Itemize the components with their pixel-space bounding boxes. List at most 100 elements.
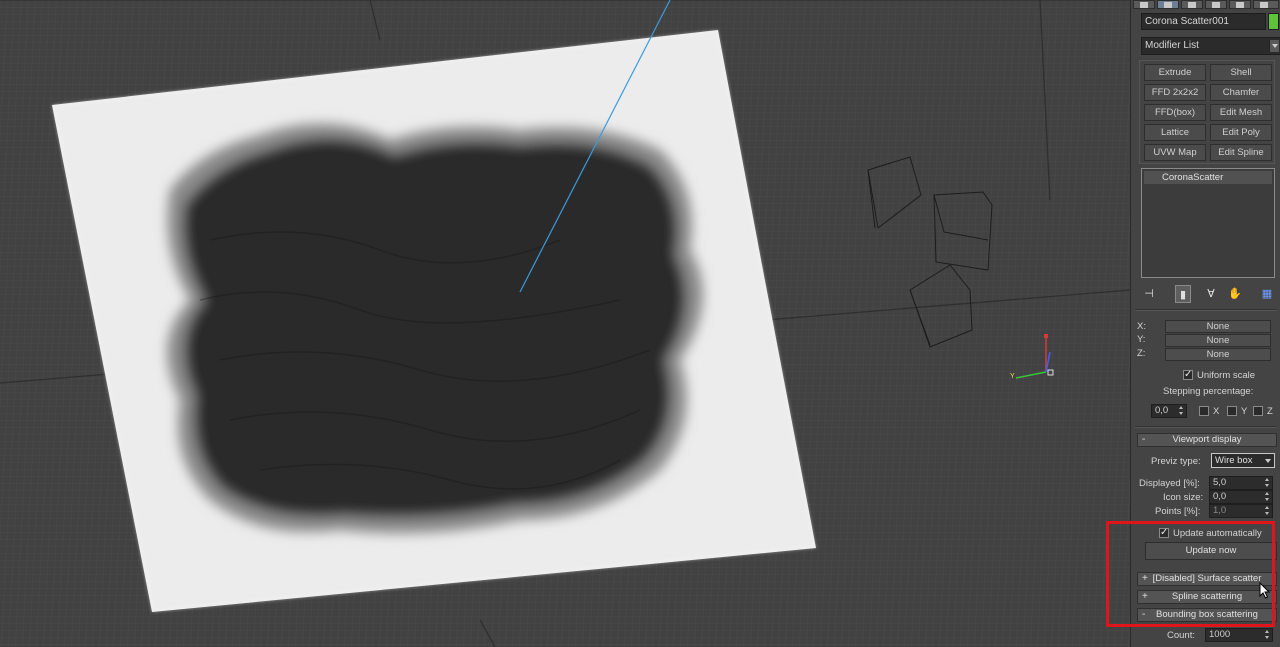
uniform-scale-label: Uniform scale [1197, 370, 1256, 381]
rollout-bounding-box-scattering-title: Bounding box scattering [1156, 609, 1258, 620]
stepping-percentage-spinner[interactable]: 0,0 [1151, 404, 1187, 418]
remove-modifier-button[interactable]: ✋ [1227, 285, 1243, 303]
chevron-down-icon [1269, 40, 1279, 52]
modifier-button-uvw-map[interactable]: UVW Map [1144, 144, 1206, 161]
scale-y-map-button[interactable]: None [1165, 334, 1271, 347]
modify-icon [1164, 2, 1172, 8]
rollout-bounding-box-scattering[interactable]: - Bounding box scattering [1137, 608, 1277, 622]
modifier-list-dropdown[interactable]: Modifier List [1141, 37, 1280, 55]
modifier-button-extrude[interactable]: Extrude [1144, 64, 1206, 81]
scale-z-map-button[interactable]: None [1165, 348, 1271, 361]
stepping-x-label: X [1213, 406, 1220, 417]
spinner-arrows-icon [1178, 406, 1185, 416]
rollout-viewport-display-title: Viewport display [1172, 434, 1242, 445]
rollout-spline-scattering[interactable]: + Spline scattering [1137, 590, 1277, 604]
modifier-button-ffd-box[interactable]: FFD(box) [1144, 104, 1206, 121]
update-automatically-label: Update automatically [1173, 528, 1262, 539]
spinner-arrows-icon [1264, 506, 1271, 516]
terrain-plane [52, 30, 816, 612]
collapse-icon: - [1142, 434, 1146, 445]
rollout-spline-scattering-title: Spline scattering [1171, 591, 1243, 602]
mouse-cursor-icon [1259, 582, 1271, 599]
tab-utilities[interactable] [1253, 0, 1279, 9]
panel-divider [1135, 426, 1277, 428]
count-spinner[interactable]: 1000 [1205, 628, 1273, 642]
icon-size-value: 0,0 [1213, 491, 1227, 502]
modifier-sets-panel: Extrude Shell FFD 2x2x2 Chamfer FFD(box)… [1139, 60, 1275, 164]
command-panel: Corona Scatter001 Modifier List Extrude … [1130, 0, 1280, 647]
perspective-viewport[interactable]: Y [0, 0, 1130, 647]
modifier-button-shell[interactable]: Shell [1210, 64, 1272, 81]
spinner-arrows-icon [1264, 492, 1271, 502]
modifier-button-edit-spline[interactable]: Edit Spline [1210, 144, 1272, 161]
icon-size-spinner[interactable]: 0,0 [1209, 490, 1273, 504]
spinner-arrows-icon [1264, 630, 1271, 640]
previz-type-dropdown[interactable]: Wire box [1211, 453, 1275, 468]
scale-x-map-button[interactable]: None [1165, 320, 1271, 333]
spinner-arrows-icon [1264, 478, 1271, 488]
trash-icon: ✋ [1228, 287, 1242, 300]
previz-type-label: Previz type: [1151, 456, 1201, 467]
update-now-button[interactable]: Update now [1145, 542, 1277, 560]
icon-size-label: Icon size: [1163, 492, 1204, 503]
expand-icon: + [1142, 573, 1148, 584]
tab-display[interactable] [1229, 0, 1251, 9]
svg-text:Y: Y [1010, 373, 1015, 380]
stepping-percentage-label: Stepping percentage: [1163, 386, 1254, 397]
modifier-button-lattice[interactable]: Lattice [1144, 124, 1206, 141]
tab-hierarchy[interactable] [1181, 0, 1203, 9]
count-label: Count: [1167, 630, 1195, 641]
uniform-scale-checkbox[interactable] [1183, 369, 1193, 380]
stepping-percentage-value: 0,0 [1155, 405, 1169, 416]
show-end-result-button[interactable]: ▮ [1175, 285, 1191, 303]
modifier-button-edit-mesh[interactable]: Edit Mesh [1210, 104, 1272, 121]
modifier-button-edit-poly[interactable]: Edit Poly [1210, 124, 1272, 141]
stepping-z-checkbox[interactable] [1253, 406, 1263, 416]
pin-icon: ⊣ [1144, 287, 1154, 300]
rollout-surface-scatter-title: [Disabled] Surface scatter [1152, 573, 1262, 584]
tab-motion[interactable] [1205, 0, 1227, 9]
object-name-field[interactable]: Corona Scatter001 [1141, 13, 1266, 30]
stack-item-coronascatter[interactable]: CoronaScatter [1144, 171, 1272, 184]
hierarchy-icon [1188, 2, 1196, 8]
panel-divider [1135, 309, 1277, 311]
display-icon [1236, 2, 1244, 8]
stepping-x-checkbox[interactable] [1199, 406, 1209, 416]
rollout-viewport-display[interactable]: - Viewport display [1137, 433, 1277, 447]
modifier-button-ffd-2x2x2[interactable]: FFD 2x2x2 [1144, 84, 1206, 101]
points-percent-value: 1,0 [1213, 505, 1227, 516]
viewport-scene: Y [0, 0, 1130, 647]
stepping-y-label: Y [1241, 406, 1248, 417]
modifier-stack[interactable]: CoronaScatter [1141, 168, 1275, 278]
create-icon [1140, 2, 1148, 8]
count-value: 1000 [1209, 629, 1231, 640]
app-window: Y Corona Scatter001 Modifier List Extrud… [0, 0, 1280, 647]
stepping-y-checkbox[interactable] [1227, 406, 1237, 416]
modifier-button-chamfer[interactable]: Chamfer [1210, 84, 1272, 101]
end-result-icon: ▮ [1179, 288, 1187, 301]
displayed-percent-label: Displayed [%]: [1139, 478, 1200, 489]
scale-x-label: X: [1137, 321, 1146, 332]
points-percent-spinner[interactable]: 1,0 [1209, 504, 1273, 518]
stepping-z-label: Z [1267, 406, 1273, 417]
tab-modify[interactable] [1157, 0, 1179, 9]
rollout-surface-scatter[interactable]: + [Disabled] Surface scatter [1137, 572, 1277, 586]
pin-stack-button[interactable]: ⊣ [1141, 285, 1157, 303]
displayed-percent-value: 5,0 [1213, 477, 1227, 488]
object-color-swatch[interactable] [1268, 13, 1279, 30]
collapse-icon: - [1142, 609, 1146, 620]
expand-icon: + [1142, 591, 1148, 602]
update-automatically-checkbox[interactable] [1159, 527, 1169, 538]
make-unique-icon: ∀ [1207, 287, 1215, 300]
tab-create[interactable] [1133, 0, 1155, 9]
configure-modifier-sets-button[interactable]: ▦ [1259, 285, 1275, 303]
points-percent-label: Points [%]: [1155, 506, 1201, 517]
motion-icon [1212, 2, 1220, 8]
displayed-percent-spinner[interactable]: 5,0 [1209, 476, 1273, 490]
configure-icon: ▦ [1261, 287, 1273, 300]
make-unique-button[interactable]: ∀ [1203, 285, 1219, 303]
modifier-list-label: Modifier List [1145, 40, 1199, 51]
scale-y-label: Y: [1137, 334, 1146, 345]
scale-z-label: Z: [1137, 348, 1146, 359]
utilities-icon [1260, 2, 1268, 8]
